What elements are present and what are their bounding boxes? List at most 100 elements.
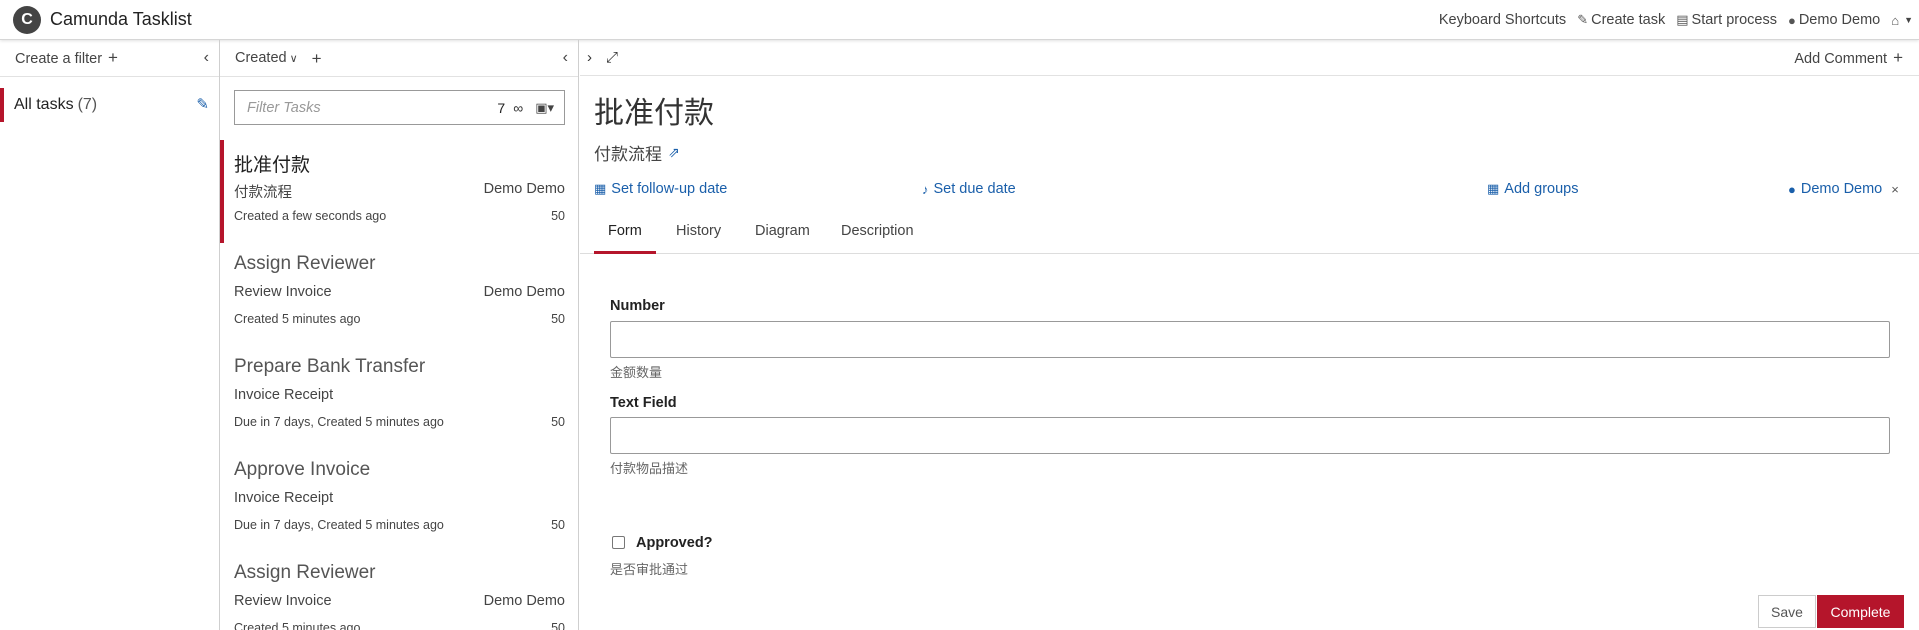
home-menu[interactable]: ⌂ ▼ [1891, 13, 1913, 28]
camunda-logo[interactable]: C [13, 5, 41, 34]
task-priority: 50 [551, 209, 565, 223]
user-icon: ● [1788, 181, 1796, 197]
task-item[interactable]: Approve Invoice Invoice Receipt Due in 7… [220, 449, 578, 552]
approved-help: 是否审批通过 [610, 562, 689, 577]
task-meta: Due in 7 days, Created 5 minutes ago [234, 415, 444, 429]
list-icon: ▤ [1676, 12, 1689, 27]
text-field-help: 付款物品描述 [610, 461, 689, 476]
task-list-header: Created ∨ + ‹ [220, 40, 578, 77]
detail-tabs: Form History Diagram Description [580, 213, 1919, 254]
add-comment-label: Add Comment [1794, 51, 1888, 67]
keyboard-shortcuts-label: Keyboard Shortcuts [1438, 12, 1567, 28]
tab-diagram[interactable]: Diagram [755, 223, 810, 254]
task-list: 批准付款 付款流程 Demo Demo Created a few second… [220, 140, 578, 630]
task-assignee: Demo Demo [483, 284, 565, 300]
add-sort-icon[interactable]: + [312, 50, 322, 67]
task-process: Invoice Receipt [234, 387, 334, 403]
save-button[interactable]: Save [1758, 595, 1816, 628]
bell-icon: ♪ [922, 181, 929, 197]
filters-header: Create a filter + ‹ [0, 40, 219, 77]
assignee-button[interactable]: ● Demo Demo × [1788, 181, 1899, 197]
collapse-left-icon[interactable]: ‹ [204, 49, 209, 67]
filters-panel: Create a filter + ‹ All tasks (7) ✎ [0, 40, 220, 630]
close-icon[interactable]: × [1891, 182, 1899, 197]
filter-count: (7) [77, 96, 98, 113]
keyboard-shortcuts-link[interactable]: Keyboard Shortcuts [1439, 12, 1566, 28]
process-name-label: 付款流程 [594, 145, 662, 164]
create-filter-label: Create a filter [15, 51, 103, 67]
detail-toolbar: › ⤢ Add Comment + [580, 40, 1919, 76]
task-meta: Created a few seconds ago [234, 209, 387, 223]
task-priority: 50 [551, 518, 565, 532]
process-name: 付款流程 ⇗ [594, 140, 680, 165]
link-icon[interactable]: ∞ [513, 100, 523, 116]
user-icon: ● [1787, 12, 1796, 28]
task-actions: ▦ Set follow-up date ♪ Set due date ▦ Add g… [580, 181, 1919, 203]
plus-icon: + [108, 48, 118, 67]
task-item[interactable]: 批准付款 付款流程 Demo Demo Created a few second… [220, 140, 578, 243]
chevron-right-icon[interactable]: › [587, 49, 592, 66]
set-due-date-button[interactable]: ♪ Set due date [922, 181, 1016, 197]
collapse-list-icon[interactable]: ‹ [563, 49, 568, 67]
task-process: Review Invoice [234, 284, 332, 300]
start-process-label: Start process [1691, 12, 1777, 28]
add-groups-button[interactable]: ▦ Add groups [1487, 181, 1578, 197]
sort-label: Created [235, 50, 287, 66]
task-name-heading: 批准付款 [594, 97, 714, 130]
complete-button[interactable]: Complete [1817, 595, 1904, 628]
plus-icon: + [1893, 48, 1903, 67]
save-filter-icon[interactable]: ▣▾ [535, 100, 554, 116]
sort-dropdown[interactable]: Created ∨ [235, 50, 298, 66]
task-item[interactable]: Prepare Bank Transfer Invoice Receipt Du… [220, 346, 578, 449]
create-filter-button[interactable]: Create a filter + [15, 49, 118, 67]
add-comment-button[interactable]: Add Comment + [1794, 49, 1903, 67]
task-assignee: Demo Demo [483, 181, 565, 197]
assignee-label: Demo Demo [1800, 181, 1883, 197]
task-process: Review Invoice [234, 593, 332, 609]
start-process-link[interactable]: ▤ Start process [1676, 12, 1777, 28]
approved-label: Approved? [636, 535, 713, 551]
task-item[interactable]: Assign Reviewer Review Invoice Demo Demo… [220, 552, 578, 630]
due-date-label: Set due date [933, 181, 1016, 197]
task-process: 付款流程 [234, 185, 292, 201]
add-groups-label: Add groups [1504, 181, 1579, 197]
app-title[interactable]: Camunda Tasklist [50, 9, 192, 30]
chevron-down-icon: ∨ [289, 53, 298, 65]
search-count: 7 [497, 99, 506, 116]
task-title: Assign Reviewer [234, 562, 376, 583]
external-link-icon[interactable]: ⇗ [668, 144, 680, 161]
grid-icon: ▦ [1487, 181, 1500, 196]
set-follow-up-button[interactable]: ▦ Set follow-up date [594, 181, 727, 197]
number-help: 金额数量 [610, 365, 663, 380]
filter-item-all-tasks[interactable]: All tasks (7) ✎ [0, 88, 219, 122]
user-menu[interactable]: ● Demo Demo [1788, 12, 1880, 28]
task-item[interactable]: Assign Reviewer Review Invoice Demo Demo… [220, 243, 578, 346]
task-priority: 50 [551, 312, 565, 326]
task-title: Approve Invoice [234, 459, 371, 480]
number-field[interactable] [610, 321, 1890, 358]
task-priority: 50 [551, 415, 565, 429]
task-meta: Due in 7 days, Created 5 minutes ago [234, 518, 444, 532]
user-name: Demo Demo [1798, 12, 1881, 28]
task-process: Invoice Receipt [234, 490, 334, 506]
expand-icon[interactable]: ⤢ [606, 49, 618, 66]
pencil-icon[interactable]: ✎ [196, 95, 209, 113]
task-priority: 50 [551, 621, 565, 630]
task-title: Prepare Bank Transfer [234, 356, 426, 377]
approved-checkbox[interactable] [612, 536, 625, 549]
text-field[interactable] [610, 417, 1890, 454]
calendar-icon: ▦ [594, 181, 607, 196]
create-task-link[interactable]: ✎ Create task [1577, 12, 1665, 28]
task-meta: Created 5 minutes ago [234, 621, 361, 630]
app-header: C Camunda Tasklist Keyboard Shortcuts ✎ C… [0, 0, 1919, 40]
header-nav: Keyboard Shortcuts ✎ Create task ▤ Start p… [1428, 0, 1913, 40]
caret-down-icon: ▼ [1904, 15, 1913, 25]
tab-description[interactable]: Description [841, 223, 914, 254]
create-task-label: Create task [1591, 12, 1666, 28]
tab-history[interactable]: History [676, 223, 721, 254]
follow-up-label: Set follow-up date [611, 181, 728, 197]
search-input[interactable] [235, 91, 498, 124]
task-title: Assign Reviewer [234, 253, 376, 274]
tab-form[interactable]: Form [594, 223, 656, 254]
home-icon: ⌂ [1891, 12, 1900, 28]
